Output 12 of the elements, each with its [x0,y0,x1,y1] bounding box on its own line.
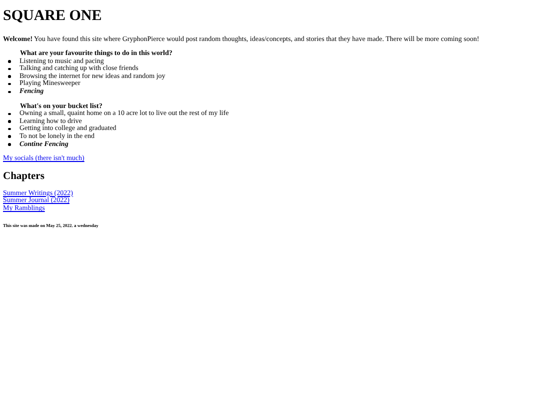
bullet-icon [8,68,10,70]
page-title: SQUARE ONE [3,8,103,25]
bullet-icon [8,60,10,63]
bullet-icon [8,82,10,86]
section-heading: Chapters [3,170,46,183]
bullet-icon [8,112,10,116]
bullet-icon [8,143,10,146]
bullet-icon [8,90,10,94]
bullet-icon [8,135,10,138]
bullet-icon [8,128,10,130]
bullet-icon [8,120,10,123]
bullet-icon [8,75,10,78]
